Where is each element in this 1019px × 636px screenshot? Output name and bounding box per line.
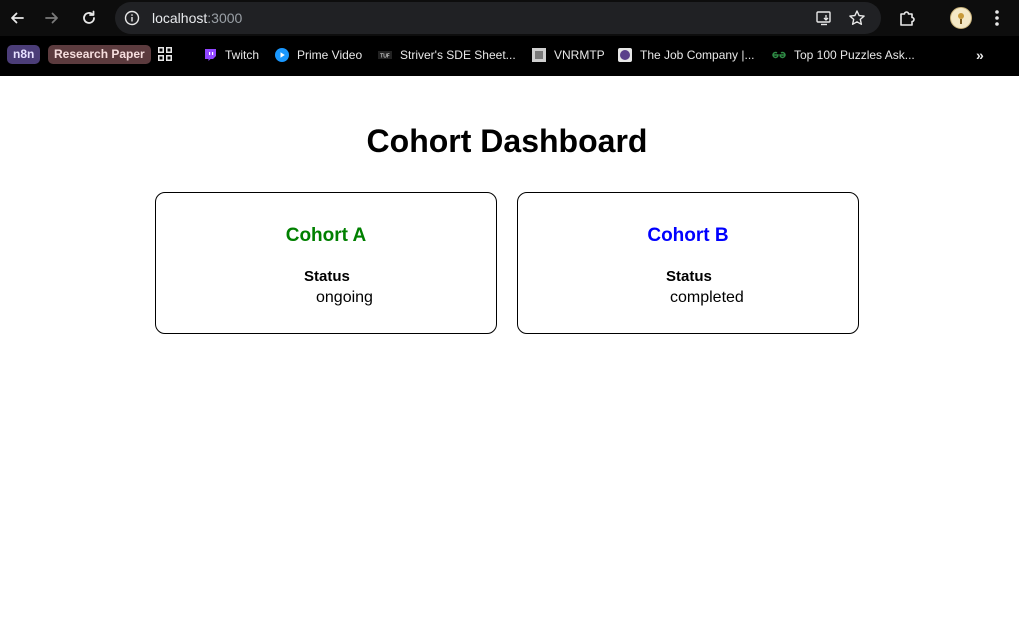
page-content: Cohort Dashboard Cohort A Status ongoing… (0, 76, 1019, 636)
bookmark-twitch[interactable]: Twitch (203, 46, 259, 64)
bookmark-folder-n8n[interactable]: n8n (7, 45, 41, 64)
prime-video-icon (275, 48, 289, 62)
more-bookmarks-chevron-icon[interactable]: » (976, 46, 992, 64)
bookmark-label: The Job Company |... (640, 48, 755, 62)
browser-toolbar: localhost:3000 (0, 0, 1019, 36)
bookmark-job-company[interactable]: The Job Company |... (618, 46, 755, 64)
bookmark-label: Striver's SDE Sheet... (400, 48, 516, 62)
avatar-icon (958, 13, 964, 24)
cohort-card-a: Cohort A Status ongoing (155, 192, 497, 334)
bookmark-label: Top 100 Puzzles Ask... (794, 48, 915, 62)
site-info-icon[interactable] (124, 10, 140, 26)
twitch-icon (203, 48, 217, 62)
arrow-right-icon (45, 12, 58, 24)
cohort-name: Cohort B (647, 225, 729, 246)
arrow-left-icon (11, 12, 24, 24)
bookmark-strivers-sde-sheet[interactable]: TUF Striver's SDE Sheet... (378, 46, 516, 64)
url-port: :3000 (207, 10, 243, 26)
bookmark-label: Prime Video (297, 48, 363, 62)
address-bar[interactable]: localhost:3000 (115, 2, 881, 34)
bookmark-vnrmtp[interactable]: VNRMTP (532, 46, 605, 64)
job-company-icon (618, 48, 632, 62)
address-url[interactable]: localhost:3000 (152, 10, 242, 26)
status-value: completed (670, 289, 744, 306)
status-value: ongoing (316, 289, 373, 306)
install-app-icon[interactable] (815, 9, 833, 27)
kebab-menu-icon[interactable] (989, 8, 1005, 28)
bookmark-label: Twitch (225, 48, 260, 62)
back-button[interactable] (7, 8, 27, 28)
apps-grid-icon[interactable] (158, 47, 172, 61)
browser-chrome: localhost:3000 n8n Research Paper Twitch… (0, 0, 1019, 76)
bookmark-label: VNRMTP (554, 48, 605, 62)
url-host: localhost (152, 10, 208, 26)
vnrmtp-icon (532, 48, 546, 62)
cohort-name: Cohort A (285, 225, 367, 246)
geeksforgeeks-icon (772, 48, 786, 62)
status-label: Status (666, 268, 712, 285)
profile-avatar[interactable] (950, 7, 972, 29)
bookmark-prime-video[interactable]: Prime Video (275, 46, 362, 64)
cohort-card-b: Cohort B Status completed (517, 192, 859, 334)
reload-button[interactable] (79, 8, 99, 28)
page-title: Cohort Dashboard (366, 123, 648, 159)
svg-text:TUF: TUF (379, 54, 390, 60)
bookmark-star-icon[interactable] (848, 9, 866, 27)
status-label: Status (304, 268, 350, 285)
forward-button[interactable] (42, 8, 62, 28)
extensions-puzzle-icon[interactable] (897, 8, 917, 28)
tuf-icon: TUF (378, 48, 392, 62)
bookmark-folder-research-paper[interactable]: Research Paper (48, 45, 151, 64)
reload-icon (83, 10, 95, 24)
bookmarks-bar: n8n Research Paper Twitch Prime Video TU… (0, 36, 1019, 76)
bookmark-top-100-puzzles[interactable]: Top 100 Puzzles Ask... (772, 46, 915, 64)
